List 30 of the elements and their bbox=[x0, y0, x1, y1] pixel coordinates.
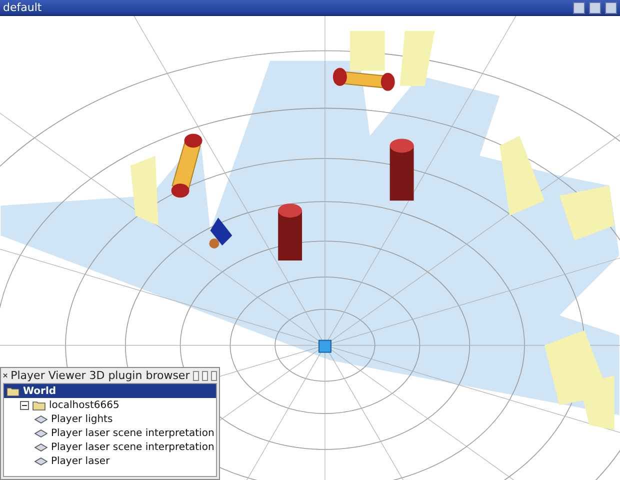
tree-item[interactable]: Player lights bbox=[4, 412, 216, 426]
minimize-button[interactable] bbox=[573, 2, 585, 14]
close-icon[interactable] bbox=[3, 371, 8, 380]
close-button[interactable] bbox=[605, 2, 617, 14]
tree-item[interactable]: World bbox=[4, 384, 216, 398]
maximize-button[interactable] bbox=[202, 370, 208, 380]
standing-cylinder-drawing bbox=[390, 138, 414, 201]
window-title: default bbox=[3, 1, 43, 14]
lying-cylinder-drawing bbox=[171, 134, 202, 198]
standing-cylinder-drawing bbox=[278, 204, 302, 260]
close-button[interactable] bbox=[210, 370, 218, 380]
collapse-toggle[interactable] bbox=[20, 400, 29, 410]
wall-panel bbox=[400, 30, 435, 86]
diamond-icon bbox=[34, 428, 48, 438]
folder-icon bbox=[6, 386, 20, 396]
diamond-icon bbox=[34, 442, 48, 452]
wall-panel bbox=[130, 156, 158, 226]
tree-item[interactable]: Player laser scene interpretation bbox=[4, 440, 216, 454]
wall-panel bbox=[559, 186, 614, 241]
diamond-icon bbox=[34, 456, 48, 466]
robot-drawing bbox=[209, 218, 232, 248]
minimize-button[interactable] bbox=[192, 370, 199, 380]
tree-item[interactable]: localhost6665 bbox=[4, 398, 216, 412]
maximize-button[interactable] bbox=[589, 2, 601, 14]
wall-panel bbox=[350, 30, 385, 71]
window-title: Player Viewer 3D plugin browser bbox=[10, 369, 190, 382]
tree-item[interactable]: Player laser scene interpretation bbox=[4, 426, 216, 440]
lying-cylinder-drawing bbox=[332, 68, 395, 91]
sensor-cube bbox=[318, 340, 332, 353]
tree-item[interactable]: Player laser bbox=[4, 454, 216, 468]
